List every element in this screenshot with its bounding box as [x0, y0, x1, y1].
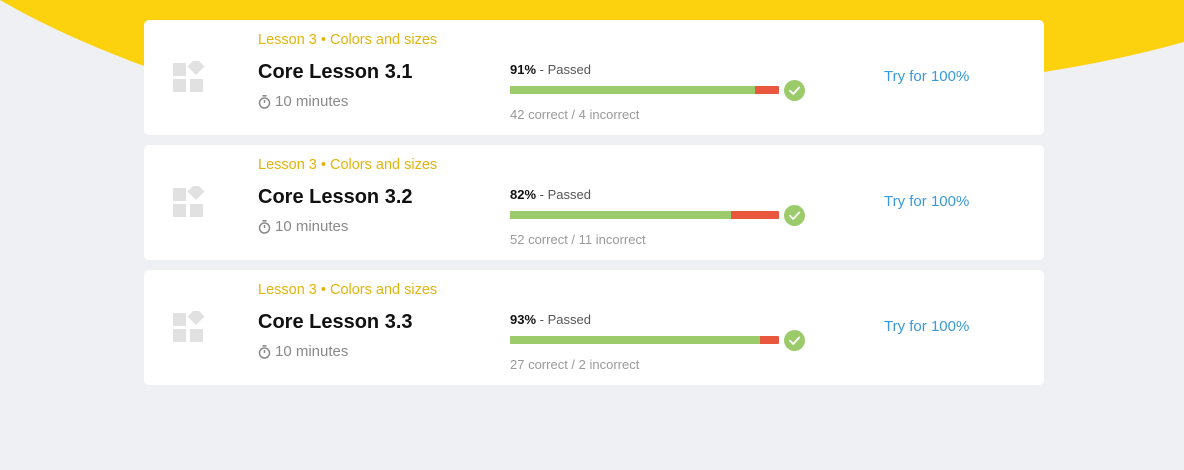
try-for-100-link[interactable]: Try for 100% — [884, 318, 969, 335]
try-for-100-link[interactable]: Try for 100% — [884, 68, 969, 85]
score-progress-fill — [510, 86, 755, 94]
lesson-card[interactable]: Lesson 3 • Colors and sizes Core Lesson … — [144, 145, 1044, 260]
lesson-title[interactable]: Core Lesson 3.3 — [258, 310, 437, 334]
score-percent: 82% — [510, 187, 537, 202]
course-label: Lesson 3 • Colors and sizes — [258, 32, 438, 48]
score-status: - Passed — [536, 312, 591, 327]
checkmark-icon — [784, 80, 805, 101]
lesson-meta: Lesson 3 • Colors and sizes Core Lesson … — [258, 156, 437, 236]
score-line: 91% - Passed — [510, 62, 810, 78]
score-progress-bar — [510, 211, 779, 219]
score-line: 93% - Passed — [510, 312, 810, 328]
duration-text: 10 minutes — [275, 218, 349, 235]
lesson-blocks-icon — [173, 61, 205, 92]
lesson-title[interactable]: Core Lesson 3.2 — [258, 185, 437, 209]
course-label: Lesson 3 • Colors and sizes — [258, 157, 438, 173]
score-status: - Passed — [536, 187, 591, 202]
lesson-blocks-icon — [173, 186, 205, 217]
stopwatch-icon — [258, 95, 271, 109]
score-progress-bar — [510, 336, 779, 344]
lesson-title[interactable]: Core Lesson 3.1 — [258, 60, 437, 84]
score-progress-fill — [510, 336, 761, 344]
score-section: 93% - Passed 27 correct / 2 incorrect — [510, 312, 810, 372]
answer-counts: 27 correct / 2 incorrect — [510, 357, 640, 372]
lesson-duration: 10 minutes — [258, 218, 437, 236]
lesson-duration: 10 minutes — [258, 343, 437, 361]
score-progress-bar — [510, 86, 779, 94]
lesson-card[interactable]: Lesson 3 • Colors and sizes Core Lesson … — [144, 20, 1044, 135]
score-section: 82% - Passed 52 correct / 11 incorrect — [510, 187, 810, 247]
lesson-meta: Lesson 3 • Colors and sizes Core Lesson … — [258, 281, 437, 361]
lesson-blocks-icon — [173, 311, 205, 342]
stopwatch-icon — [258, 345, 271, 359]
score-percent: 91% — [510, 62, 537, 77]
duration-text: 10 minutes — [275, 93, 349, 110]
lesson-list: Lesson 3 • Colors and sizes Core Lesson … — [144, 20, 1044, 395]
lesson-card[interactable]: Lesson 3 • Colors and sizes Core Lesson … — [144, 270, 1044, 385]
answer-counts: 52 correct / 11 incorrect — [510, 232, 646, 247]
score-status: - Passed — [536, 62, 591, 77]
stopwatch-icon — [258, 220, 271, 234]
answer-counts: 42 correct / 4 incorrect — [510, 107, 640, 122]
checkmark-icon — [784, 205, 805, 226]
duration-text: 10 minutes — [275, 343, 349, 360]
score-line: 82% - Passed — [510, 187, 810, 203]
lesson-duration: 10 minutes — [258, 93, 437, 111]
lesson-meta: Lesson 3 • Colors and sizes Core Lesson … — [258, 31, 437, 111]
checkmark-icon — [784, 330, 805, 351]
try-for-100-link[interactable]: Try for 100% — [884, 193, 969, 210]
course-label: Lesson 3 • Colors and sizes — [258, 282, 438, 298]
score-percent: 93% — [510, 312, 537, 327]
score-progress-fill — [510, 211, 731, 219]
score-section: 91% - Passed 42 correct / 4 incorrect — [510, 62, 810, 122]
